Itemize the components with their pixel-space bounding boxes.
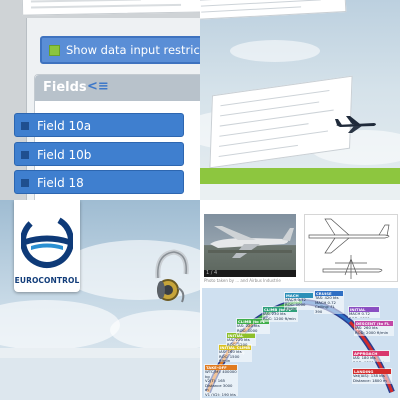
- aircraft-diagram-icon: [308, 218, 390, 279]
- flight-phase-value: ROD: 2000 ft/min: [355, 329, 389, 335]
- show-restriction-button[interactable]: Show data input restriction: [40, 36, 200, 64]
- flight-phase-box: CRUISE TAS: 420 kts MACH 0.72 Ceiling: FL 3…: [314, 290, 344, 314]
- photo-counter: 1 / 4: [204, 270, 296, 277]
- fields-title: Fields: [43, 80, 87, 95]
- flight-phase-box: APPROACHIAS: 180 ktsROD: 1500 ft/min: [352, 350, 390, 362]
- aircraft-three-view-drawing: [304, 214, 398, 282]
- flight-phase-box: LANDING Vat(IAS): 138 kts Distance: 1800 m: [352, 368, 392, 384]
- show-restriction-label: Show data input restriction: [66, 43, 200, 57]
- flight-phase-value: Distance: 1800 m: [353, 377, 387, 383]
- field-label: Field 10a: [37, 119, 92, 133]
- field-item[interactable]: Field 10a: [14, 113, 184, 137]
- logo-tile: EUROCONTROL: [0, 200, 200, 400]
- cargo-aircraft-image: [208, 226, 294, 258]
- flight-phase-value: V1 (V2): 190 kts: [205, 391, 236, 396]
- field-label: Field 18: [37, 176, 84, 190]
- flight-phase-box: INITIAL DESCENTMACH 0.72ROD: 1500 ft/min: [348, 306, 380, 318]
- document-sheet: [200, 0, 347, 20]
- field-bullet-icon: [21, 179, 29, 187]
- field-bullet-icon: [21, 151, 29, 159]
- flight-phase-value: ROC: 1200 ft/min: [263, 315, 296, 321]
- aircraft-info-tile: 1 / 4 Photo taken by ... and Airbus Indu…: [200, 200, 400, 400]
- flight-phase-diagram: TAKE-OFF WTC(M): 400000 kg V2(T): 165 Dista…: [202, 288, 398, 398]
- flight-phase-value: ROC: 1200 ft/min: [227, 341, 248, 346]
- field-item[interactable]: Field 10b: [14, 142, 184, 166]
- double-chevron-left-icon[interactable]: <≡: [87, 79, 109, 94]
- flight-phase-box: MACH CLIMB MACH 0.72 ROC: 1000 ft/min: [284, 292, 314, 310]
- field-bullet-icon: [21, 122, 29, 130]
- flight-phase-value: ROC: 1000 ft/min: [237, 327, 258, 334]
- field-label: Field 10b: [37, 148, 92, 162]
- eurocontrol-logo: EUROCONTROL: [14, 200, 80, 292]
- flight-phase-value: ROD: 1500 ft/min: [349, 316, 379, 318]
- fields-header: Fields <≡: [35, 75, 200, 101]
- brand-name: EUROCONTROL: [14, 276, 80, 285]
- checkbox-icon: [49, 45, 60, 56]
- airliner-icon: [335, 116, 376, 133]
- flight-plan-document: [21, 0, 200, 16]
- sky-documents-tile: [200, 0, 400, 200]
- flight-phase-box: TAKE-OFF WTC(M): 400000 kg V2(T): 165 Dista…: [204, 364, 238, 396]
- flight-phase-box: INITIAL CLIMBIAS: 220 ktsROC: 1200 ft/mi…: [226, 332, 256, 346]
- flight-phase-value: ROC: 1500 ft/min: [219, 353, 240, 362]
- green-band: [200, 168, 400, 184]
- flight-phase-box: DESCENT (to FL 100) IAS: 260 kts ROD: 2000…: [354, 320, 394, 336]
- aircraft-photo: [204, 214, 296, 270]
- flight-phase-box: INITIAL CLIMB (to 5000 ft) IAS: 160 kts RO…: [218, 344, 252, 362]
- headset-icon: [155, 249, 189, 303]
- flight-phase-value: ROC: 1000 ft/min: [285, 301, 306, 310]
- form-panel-tile: Show data input restriction Fields <≡ Fi…: [0, 0, 200, 200]
- eurocontrol-emblem-icon: [21, 214, 73, 268]
- flight-phase-value: ROD: 1500 ft/min: [353, 360, 389, 362]
- photo-caption: Photo taken by ... and Airbus Industrie: [204, 278, 281, 283]
- field-item[interactable]: Field 18: [14, 170, 184, 194]
